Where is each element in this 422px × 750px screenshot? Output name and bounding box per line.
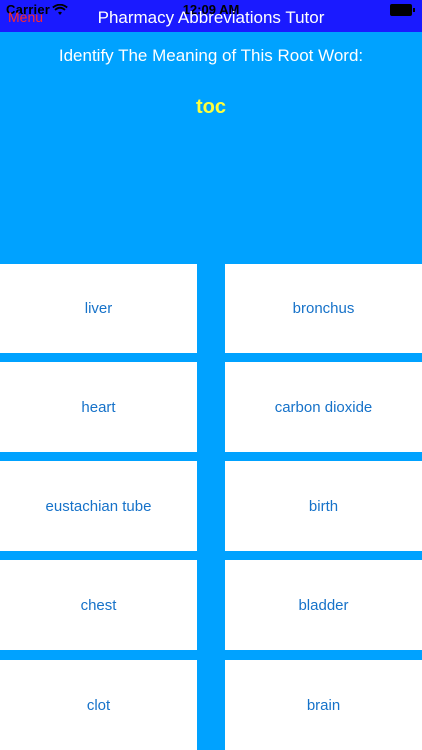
navigation-bar: Carrier Menu 12:09 AM Pharmacy Abbreviat… — [0, 0, 422, 32]
answer-button[interactable]: carbon dioxide — [225, 362, 422, 452]
answer-button[interactable]: clot — [0, 660, 197, 750]
answer-button[interactable]: chest — [0, 560, 197, 650]
battery-icon — [390, 4, 415, 16]
answer-button[interactable]: liver — [0, 264, 197, 353]
answer-button[interactable]: birth — [225, 461, 422, 551]
answer-button[interactable]: heart — [0, 362, 197, 452]
question-prompt: Identify The Meaning of This Root Word: — [58, 46, 364, 65]
answer-button[interactable]: bronchus — [225, 264, 422, 353]
answer-grid: liver bronchus heart carbon dioxide eustachi… — [0, 264, 422, 750]
answer-button[interactable]: eustachian tube — [0, 461, 197, 551]
root-word: toc — [196, 96, 226, 118]
app-title: Pharmacy Abbreviations Tutor — [97, 8, 325, 27]
answer-button[interactable]: bladder — [225, 560, 422, 650]
answer-button[interactable]: brain — [225, 660, 422, 750]
